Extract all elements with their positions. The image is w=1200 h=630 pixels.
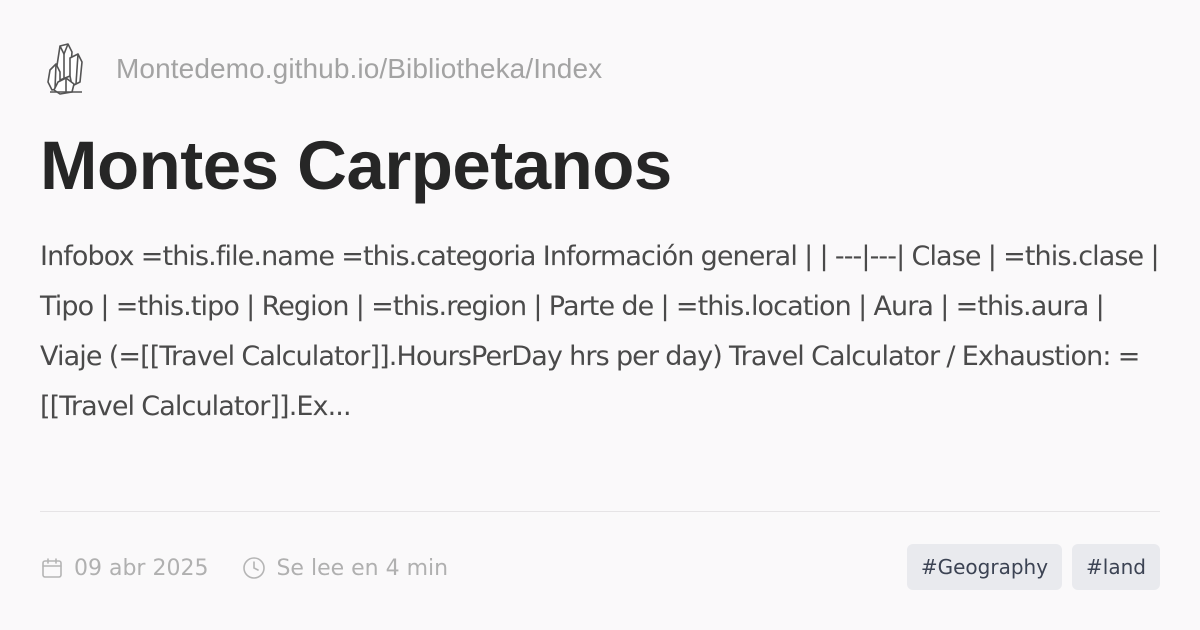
reading-time: Se lee en 4 min xyxy=(276,555,449,581)
clock-icon xyxy=(242,556,266,580)
date-meta: 09 abr 2025 xyxy=(40,556,208,581)
divider xyxy=(40,511,1160,512)
tag-geography[interactable]: #Geography xyxy=(906,544,1063,590)
site-url[interactable]: Montedemo.github.io/Bibliotheka/Index xyxy=(116,53,602,85)
post-meta: 09 abr 2025 Se lee en 4 min xyxy=(40,547,448,589)
page-title: Montes Carpetanos xyxy=(40,127,672,204)
reading-time-meta: Se lee en 4 min xyxy=(242,556,448,581)
crystal-cluster-icon xyxy=(40,36,92,102)
calendar-icon xyxy=(40,556,64,580)
og-card: Montedemo.github.io/Bibliotheka/Index Mo… xyxy=(0,0,1200,630)
tag-list: #Geography #land xyxy=(906,544,1160,590)
site-header: Montedemo.github.io/Bibliotheka/Index xyxy=(40,36,602,102)
page-excerpt: Infobox =this.file.name =this.categoria … xyxy=(40,241,1160,422)
tag-land[interactable]: #land xyxy=(1072,544,1160,590)
post-date: 09 abr 2025 xyxy=(74,555,209,581)
